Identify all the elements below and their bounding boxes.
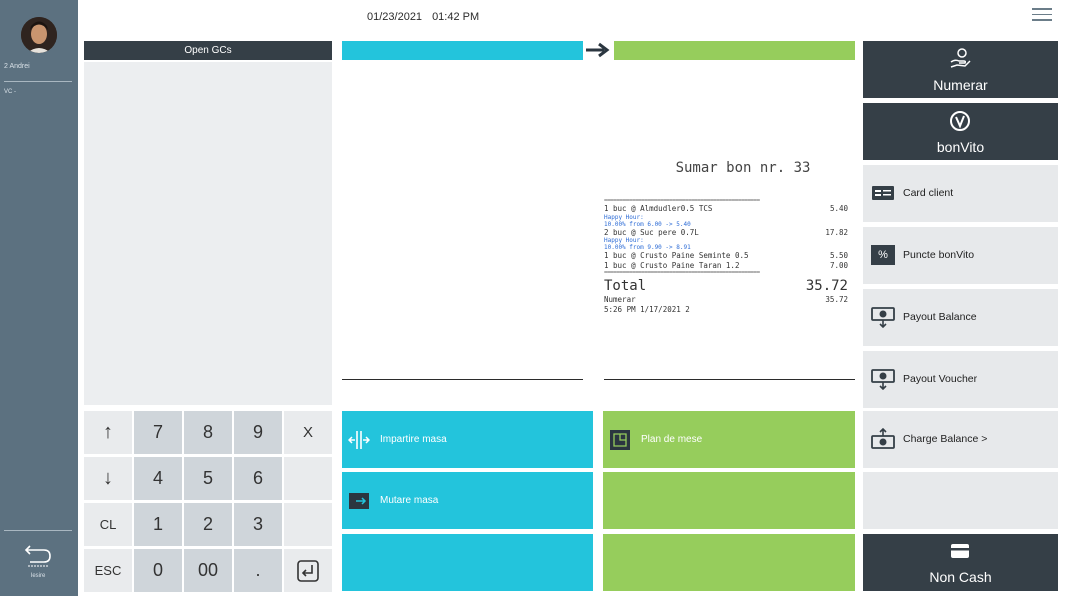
open-gcs-list[interactable] (84, 62, 332, 405)
key-8[interactable]: 8 (184, 411, 232, 454)
payout-down-icon (871, 369, 895, 390)
payout-balance-label: Payout Balance (903, 311, 977, 323)
key-multiply[interactable]: X (284, 411, 332, 454)
key-dot[interactable]: . (234, 549, 282, 592)
split-icon (348, 431, 370, 449)
bonvito-points-button[interactable]: % Puncte bonVito (863, 227, 1058, 284)
receipt-line: 1 buc @ Crusto Paine Seminte 0.5 5.50 (604, 251, 848, 260)
exit-label: Iesire (30, 573, 46, 579)
cash-button[interactable]: Numerar (863, 41, 1058, 98)
key-00[interactable]: 00 (184, 549, 232, 592)
receipt-note: 10.00% from 9.90 -> 8.91 (604, 244, 691, 251)
payout-down-icon (871, 307, 895, 328)
user-name: 2 Andrei (4, 63, 30, 70)
client-card-button[interactable]: Card client (863, 165, 1058, 222)
key-2[interactable]: 2 (184, 503, 232, 546)
table-plan-label: Plan de mese (641, 434, 703, 445)
key-7[interactable]: 7 (134, 411, 182, 454)
receipt-title: Sumar bon nr. 33 (675, 160, 811, 176)
open-gcs-header: Open GCs (84, 41, 332, 60)
key-up[interactable]: ↑ (84, 411, 132, 454)
key-clear[interactable]: CL (84, 503, 132, 546)
blank-cyan-button[interactable] (342, 534, 593, 591)
current-date: 01/23/2021 (367, 11, 423, 23)
key-5[interactable]: 5 (184, 457, 232, 500)
key-4[interactable]: 4 (134, 457, 182, 500)
blank-green-button-1[interactable] (603, 472, 855, 529)
receipt-note: Happy Hour: (604, 213, 644, 221)
bonvito-icon (950, 111, 970, 131)
receipt-line: 1 buc @ Crusto Paine Taran 1.2 7.00 (604, 260, 848, 270)
arrow-right-icon (586, 42, 610, 58)
key-blank-2[interactable] (284, 503, 332, 546)
receipt-summary: Sumar bon nr. 33 =======================… (604, 160, 852, 314)
hamburger-menu-icon[interactable] (1032, 8, 1052, 24)
client-card-label: Card client (903, 187, 954, 199)
percent-icon: % (871, 245, 895, 265)
split-table-button[interactable]: Impartire masa (342, 411, 593, 468)
key-6[interactable]: 6 (234, 457, 282, 500)
receipt-payment: Numerar 35.72 (604, 295, 848, 304)
enter-icon (297, 559, 319, 582)
key-blank-1[interactable] (284, 457, 332, 500)
receipt-total: Total 35.72 (604, 278, 848, 294)
key-9[interactable]: 9 (234, 411, 282, 454)
move-table-button[interactable]: Mutare masa (342, 472, 593, 529)
bonvito-points-label: Puncte bonVito (903, 249, 975, 261)
cash-hand-icon (950, 48, 971, 68)
receipt-timestamp: 5:26 PM 1/17/2021 2 (604, 304, 690, 314)
left-rail: 2 Andrei VC - Iesire (0, 0, 78, 596)
source-divider (342, 379, 583, 380)
user-avatar[interactable] (21, 17, 57, 53)
source-table-bar[interactable] (342, 41, 583, 60)
receipt-line: 1 buc @ Almdudler0.5 TCS 5.40 (604, 204, 848, 213)
target-divider (604, 379, 855, 380)
credit-card-icon (951, 544, 969, 558)
receipt-note: Happy Hour: (604, 237, 644, 244)
id-card-icon (872, 186, 894, 200)
charge-up-icon (871, 428, 895, 449)
pos-screen: 2 Andrei VC - Iesire 01/23/2021 01:42 PM … (0, 0, 1070, 596)
target-table-bar[interactable] (614, 41, 855, 60)
payout-voucher-button[interactable]: Payout Voucher (863, 351, 1058, 408)
rail-divider (4, 81, 72, 82)
vc-label: VC - (4, 89, 16, 95)
charge-balance-button[interactable]: Charge Balance > (863, 411, 1058, 468)
rail-divider-bottom (4, 530, 72, 531)
blank-green-button-2[interactable] (603, 534, 855, 591)
exit-button[interactable]: Iesire (6, 538, 70, 588)
non-cash-button[interactable]: Non Cash (863, 534, 1058, 591)
blank-payment-button[interactable] (863, 472, 1058, 529)
key-enter[interactable] (284, 549, 332, 592)
current-time: 01:42 PM (432, 11, 480, 23)
bonvito-label: bonVito (936, 139, 985, 155)
key-1[interactable]: 1 (134, 503, 182, 546)
bonvito-button[interactable]: bonVito (863, 103, 1058, 160)
payout-balance-button[interactable]: Payout Balance (863, 289, 1058, 346)
floor-plan-icon (610, 430, 630, 450)
split-table-label: Impartire masa (380, 434, 447, 445)
key-0[interactable]: 0 (134, 549, 182, 592)
charge-balance-label: Charge Balance > (903, 433, 988, 445)
payout-voucher-label: Payout Voucher (903, 373, 978, 385)
user-avatar-image (21, 17, 57, 53)
cash-label: Numerar (933, 77, 988, 93)
non-cash-label: Non Cash (929, 569, 992, 585)
date-time: 01/23/2021 01:42 PM (367, 11, 479, 23)
key-down[interactable]: ↓ (84, 457, 132, 500)
exit-icon (24, 545, 51, 567)
move-table-icon (349, 493, 369, 509)
key-escape[interactable]: ESC (84, 549, 132, 592)
receipt-note: 10.00% from 6.00 -> 5.40 (604, 220, 691, 228)
table-plan-button[interactable]: Plan de mese (603, 411, 855, 468)
receipt-line: 2 buc @ Suc pere 0.7L 17.82 (604, 227, 848, 237)
move-table-label: Mutare masa (380, 495, 439, 506)
receipt-separator: ========================================… (604, 270, 760, 276)
key-3[interactable]: 3 (234, 503, 282, 546)
